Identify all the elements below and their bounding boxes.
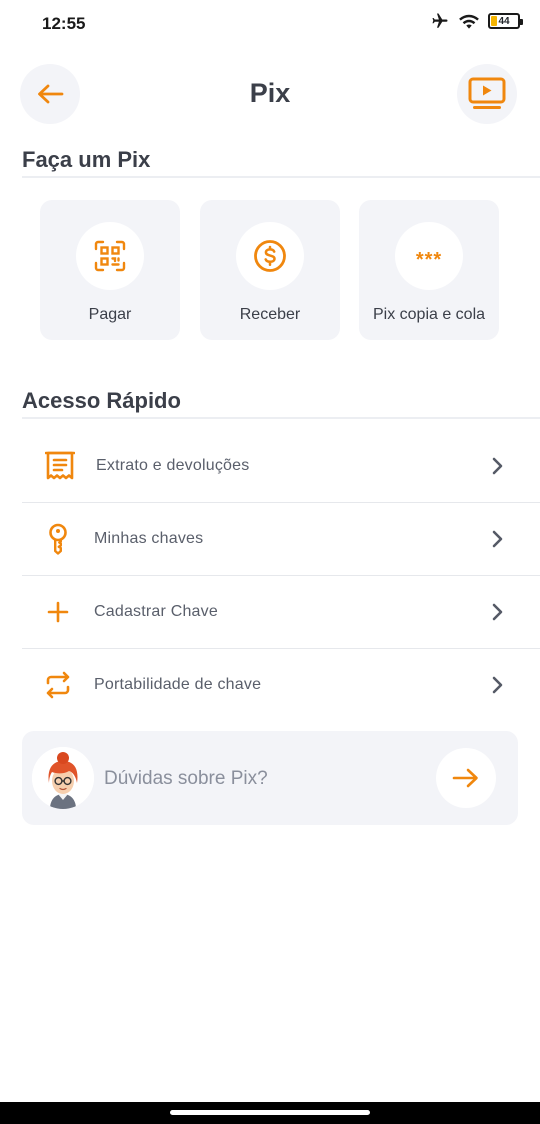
key-icon: [42, 523, 74, 555]
qr-code-icon: [94, 240, 126, 272]
section-divider: [22, 176, 540, 178]
status-time: 12:55: [42, 14, 86, 33]
acesso-rapido-title: Acesso Rápido: [22, 388, 181, 413]
airplane-icon: [432, 13, 448, 28]
help-label: Dúvidas sobre Pix?: [104, 768, 268, 789]
video-play-icon: [468, 77, 506, 109]
chevron-right-icon: [492, 603, 503, 620]
pix-copia-cola-card[interactable]: *** Pix copia e cola: [359, 200, 499, 340]
help-card[interactable]: Dúvidas sobre Pix?: [22, 731, 518, 825]
receber-icon-circle: [236, 222, 304, 290]
chevron-right-icon: [492, 457, 503, 474]
status-icons: 44: [430, 12, 523, 30]
header: Pix: [0, 62, 540, 126]
wifi-icon: [459, 14, 479, 29]
pix-copia-cola-label: Pix copia e cola: [372, 306, 486, 323]
assistant-avatar: [32, 747, 94, 809]
list-item-label: Extrato e devoluções: [96, 456, 250, 474]
chevron-right-icon: [492, 676, 503, 693]
receipt-icon: [44, 450, 76, 482]
pagar-label: Pagar: [88, 306, 132, 323]
chevron-right-icon: [492, 530, 503, 547]
pagar-card[interactable]: Pagar: [40, 200, 180, 340]
arrow-right-icon: [452, 768, 478, 788]
list-item-label: Portabilidade de chave: [94, 675, 262, 693]
dollar-coin-icon: [254, 240, 286, 272]
receber-label: Receber: [239, 306, 301, 323]
faca-pix-title: Faça um Pix: [22, 147, 151, 172]
pagar-icon-circle: [76, 222, 144, 290]
status-bar: 12:55 44: [0, 0, 540, 48]
battery-icon: 44: [488, 13, 523, 29]
list-item-label: Minhas chaves: [94, 529, 204, 547]
system-nav-bar: [0, 1102, 540, 1124]
battery-level: 44: [498, 15, 510, 27]
section-divider: [22, 417, 540, 419]
list-item-minhas-chaves[interactable]: Minhas chaves: [22, 502, 518, 575]
home-indicator[interactable]: [170, 1110, 370, 1115]
swap-arrows-icon: [42, 669, 74, 701]
list-item-label: Cadastrar Chave: [94, 602, 218, 620]
list-item-cadastrar-chave[interactable]: Cadastrar Chave: [22, 575, 518, 648]
plus-icon: [42, 596, 74, 628]
asterisks-icon: ***: [415, 249, 443, 271]
help-arrow-button[interactable]: [436, 748, 496, 808]
list-item-extrato[interactable]: Extrato e devoluções: [22, 429, 518, 502]
list-item-portabilidade[interactable]: Portabilidade de chave: [22, 648, 518, 721]
pix-copia-cola-icon-circle: ***: [395, 222, 463, 290]
receber-card[interactable]: Receber: [200, 200, 340, 340]
video-tutorial-button[interactable]: [457, 64, 517, 124]
